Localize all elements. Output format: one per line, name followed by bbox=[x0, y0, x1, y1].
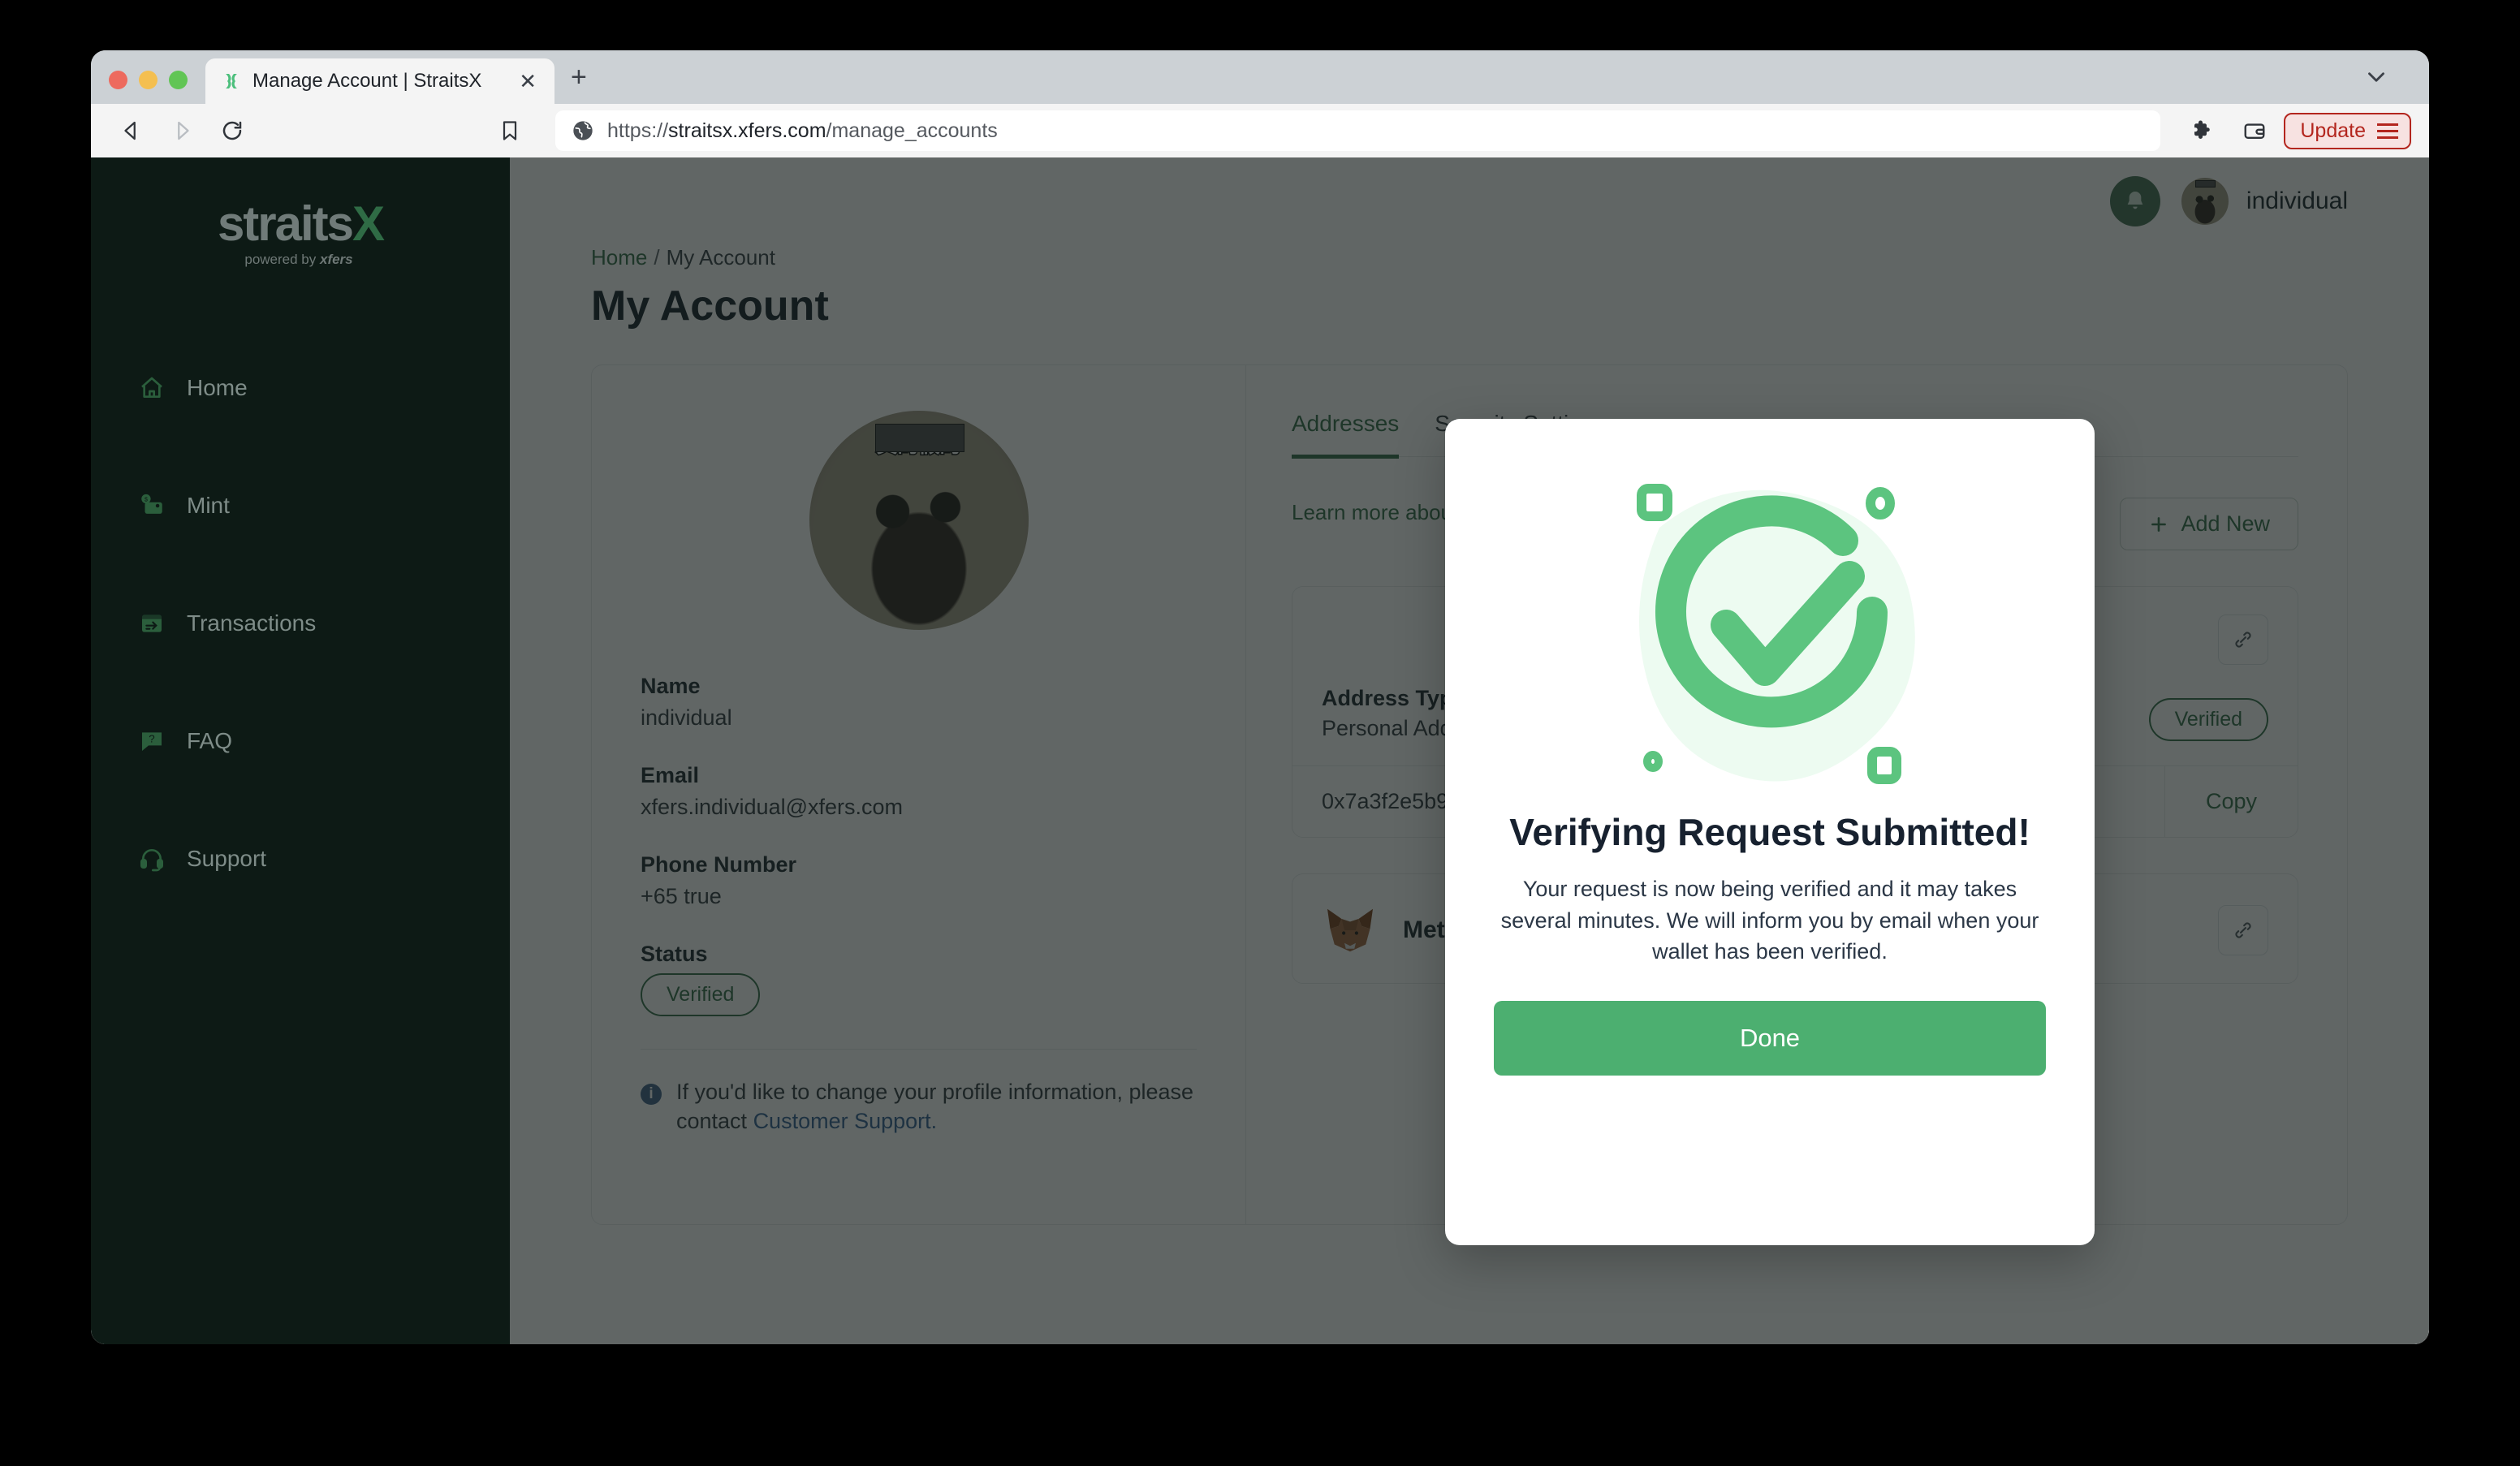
page-viewport: straitsX powered by xfers Home $ Mint Tr… bbox=[91, 157, 2429, 1344]
new-tab-button[interactable]: + bbox=[571, 63, 587, 104]
close-window-button[interactable] bbox=[109, 71, 127, 89]
sidebar-item-support[interactable]: Support bbox=[91, 834, 510, 883]
globe-icon bbox=[573, 121, 593, 140]
chevron-down-icon[interactable] bbox=[2362, 63, 2390, 91]
maximize-window-button[interactable] bbox=[169, 71, 188, 89]
browser-window: Manage Account | StraitsX ✕ + https://st… bbox=[91, 50, 2429, 1344]
browser-toolbar: https://straitsx.xfers.com/manage_accoun… bbox=[91, 104, 2429, 157]
window-traffic-lights bbox=[109, 71, 188, 104]
transactions-icon bbox=[138, 610, 166, 637]
sidebar-item-mint[interactable]: $ Mint bbox=[91, 481, 510, 530]
modal-title: Verifying Request Submitted! bbox=[1509, 811, 2030, 853]
address-bar-url: https://straitsx.xfers.com/manage_accoun… bbox=[607, 119, 998, 142]
main-content: individual Home/My Account My Account 真的… bbox=[510, 157, 2429, 1344]
update-button-label: Update bbox=[2300, 119, 2366, 142]
update-button[interactable]: Update bbox=[2284, 112, 2411, 149]
reload-icon[interactable] bbox=[209, 110, 255, 152]
home-icon bbox=[138, 374, 166, 402]
sidebar-item-label: Mint bbox=[187, 493, 230, 518]
svg-text:$: $ bbox=[145, 496, 148, 502]
svg-text:?: ? bbox=[149, 732, 154, 744]
sidebar-item-transactions[interactable]: Transactions bbox=[91, 599, 510, 648]
close-icon[interactable]: ✕ bbox=[516, 71, 540, 92]
hamburger-menu-icon[interactable] bbox=[2377, 123, 2398, 139]
mint-money-icon: $ bbox=[138, 492, 166, 520]
done-button[interactable]: Done bbox=[1494, 1001, 2046, 1076]
puzzle-piece-icon[interactable] bbox=[2180, 110, 2225, 152]
browser-tab-title: Manage Account | StraitsX bbox=[252, 70, 482, 92]
sidebar-nav: Home $ Mint Transactions ? FAQ Support bbox=[91, 364, 510, 883]
address-bar[interactable]: https://straitsx.xfers.com/manage_accoun… bbox=[555, 110, 2161, 151]
minimize-window-button[interactable] bbox=[139, 71, 158, 89]
sidebar-item-label: FAQ bbox=[187, 728, 233, 753]
success-check-circle-icon bbox=[1637, 484, 1915, 784]
logo-tagline-brand: xfers bbox=[319, 252, 353, 267]
sidebar-item-label: Support bbox=[187, 846, 267, 871]
forward-arrow-icon[interactable] bbox=[159, 110, 205, 152]
straitsx-logo-text: straitsX bbox=[91, 200, 510, 248]
app-sidebar: straitsX powered by xfers Home $ Mint Tr… bbox=[91, 157, 510, 1344]
straitsx-logo[interactable]: straitsX powered by xfers bbox=[91, 157, 510, 268]
browser-tab[interactable]: Manage Account | StraitsX ✕ bbox=[205, 58, 554, 104]
toolbar-right-actions: Update bbox=[2180, 110, 2411, 152]
back-arrow-icon[interactable] bbox=[109, 110, 154, 152]
logo-word: straits bbox=[217, 196, 354, 251]
logo-x-mark: X bbox=[352, 196, 385, 251]
bookmark-icon[interactable] bbox=[487, 110, 533, 152]
logo-tagline: powered by xfers bbox=[91, 252, 510, 268]
logo-tagline-prefix: powered by bbox=[244, 252, 320, 267]
wallet-icon[interactable] bbox=[2232, 110, 2277, 152]
modal-body-text: Your request is now being verified and i… bbox=[1500, 877, 2039, 964]
straitsx-logo-icon bbox=[226, 74, 237, 88]
headset-support-icon bbox=[138, 845, 166, 873]
sidebar-item-label: Home bbox=[187, 375, 248, 400]
faq-question-icon: ? bbox=[138, 727, 166, 755]
verification-submitted-modal: Verifying Request Submitted! Your reques… bbox=[1445, 419, 2095, 1245]
browser-tab-strip: Manage Account | StraitsX ✕ + bbox=[91, 50, 2429, 104]
sidebar-item-label: Transactions bbox=[187, 610, 317, 636]
sidebar-item-home[interactable]: Home bbox=[91, 364, 510, 412]
sidebar-item-faq[interactable]: ? FAQ bbox=[91, 717, 510, 765]
